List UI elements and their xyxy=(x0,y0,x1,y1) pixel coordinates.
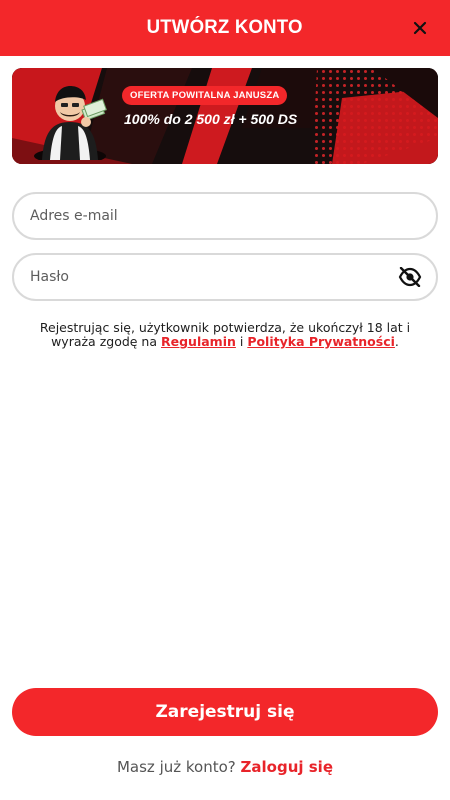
welcome-offer-banner[interactable]: OFERTA POWITALNA JANUSZA 100% do 2 500 z… xyxy=(12,68,438,164)
close-button[interactable] xyxy=(408,16,432,40)
eye-slash-icon[interactable] xyxy=(398,267,422,287)
offer-badge: OFERTA POWITALNA JANUSZA xyxy=(122,86,288,105)
mascot-illustration xyxy=(34,86,107,160)
privacy-policy-link[interactable]: Polityka Prywatności xyxy=(247,334,395,349)
header: UTWÓRZ KONTO xyxy=(0,0,450,56)
login-link[interactable]: Zaloguj się xyxy=(241,758,333,776)
close-icon xyxy=(413,21,427,35)
terms-link[interactable]: Regulamin xyxy=(161,334,236,349)
email-field[interactable] xyxy=(14,208,436,224)
password-field-wrapper xyxy=(12,253,438,301)
login-prompt-row: Masz już konto? Zaloguj się xyxy=(0,758,450,776)
terms-connector: i xyxy=(235,334,248,349)
page-title: UTWÓRZ KONTO xyxy=(146,17,304,38)
terms-notice: Rejestrując się, użytkownik potwierdza, … xyxy=(30,321,420,349)
register-button[interactable]: Zarejestruj się xyxy=(12,688,438,736)
offer-headline: 100% do 2 500 zł + 500 DS xyxy=(124,111,298,127)
password-field[interactable] xyxy=(14,269,436,285)
terms-text-after: . xyxy=(394,334,399,349)
login-prompt-text: Masz już konto? xyxy=(116,758,236,776)
email-field-wrapper xyxy=(12,192,438,240)
